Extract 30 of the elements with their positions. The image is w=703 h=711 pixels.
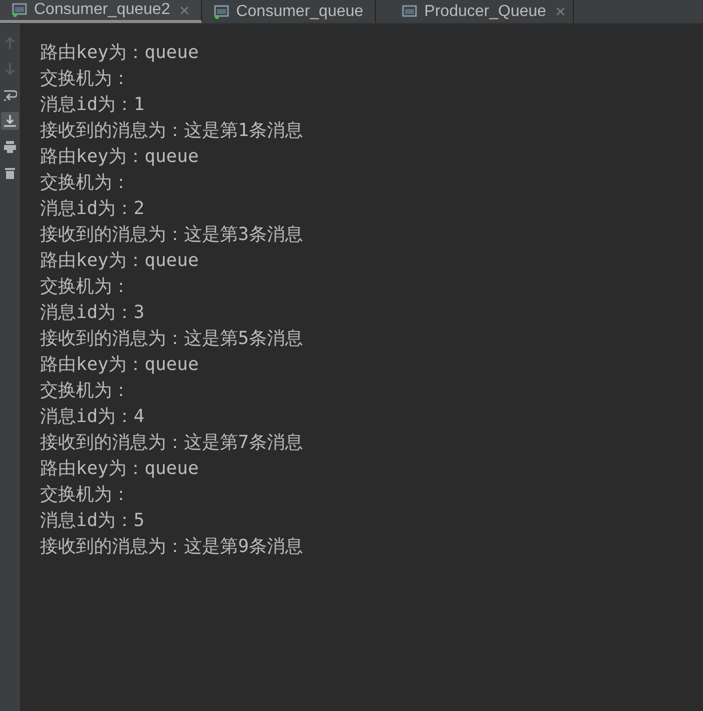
console-line: 消息id为：1 <box>40 93 146 117</box>
console-line: 消息id为：4 <box>40 405 146 429</box>
run-tab[interactable]: Consumer_queue2 <box>0 0 202 23</box>
console-line: 消息id为：2 <box>40 197 146 221</box>
run-tab[interactable]: Consumer_queue <box>202 0 376 23</box>
run-tab[interactable]: Producer_Queue <box>376 0 574 23</box>
printer-icon[interactable] <box>1 138 19 156</box>
console-line: 交换机为： <box>40 379 131 403</box>
console-line: 接收到的消息为：这是第7条消息 <box>40 431 303 455</box>
console-line: 路由key为：queue <box>40 145 200 169</box>
console-line: 接收到的消息为：这是第9条消息 <box>40 535 303 559</box>
console-line: 路由key为：queue <box>40 353 200 377</box>
console-line: 交换机为： <box>40 67 131 91</box>
close-icon[interactable] <box>556 7 566 16</box>
close-icon[interactable] <box>180 6 190 14</box>
console-line: 路由key为：queue <box>40 41 200 65</box>
console-line: 消息id为：5 <box>40 509 146 533</box>
console-line: 交换机为： <box>40 483 131 507</box>
console-line: 交换机为： <box>40 171 131 195</box>
console-line: 路由key为：queue <box>40 457 200 481</box>
console-line: 路由key为：queue <box>40 249 200 273</box>
console-icon <box>402 4 418 18</box>
console-line: 交换机为： <box>40 275 131 299</box>
console-line: 消息id为：3 <box>40 301 146 325</box>
console-icon <box>12 3 28 17</box>
console-icon <box>214 4 230 18</box>
console-line: 接收到的消息为：这是第5条消息 <box>40 327 303 351</box>
console-line: 接收到的消息为：这是第1条消息 <box>40 119 303 143</box>
console-line: 接收到的消息为：这是第3条消息 <box>40 223 303 247</box>
scroll-to-end-icon[interactable] <box>1 112 19 130</box>
